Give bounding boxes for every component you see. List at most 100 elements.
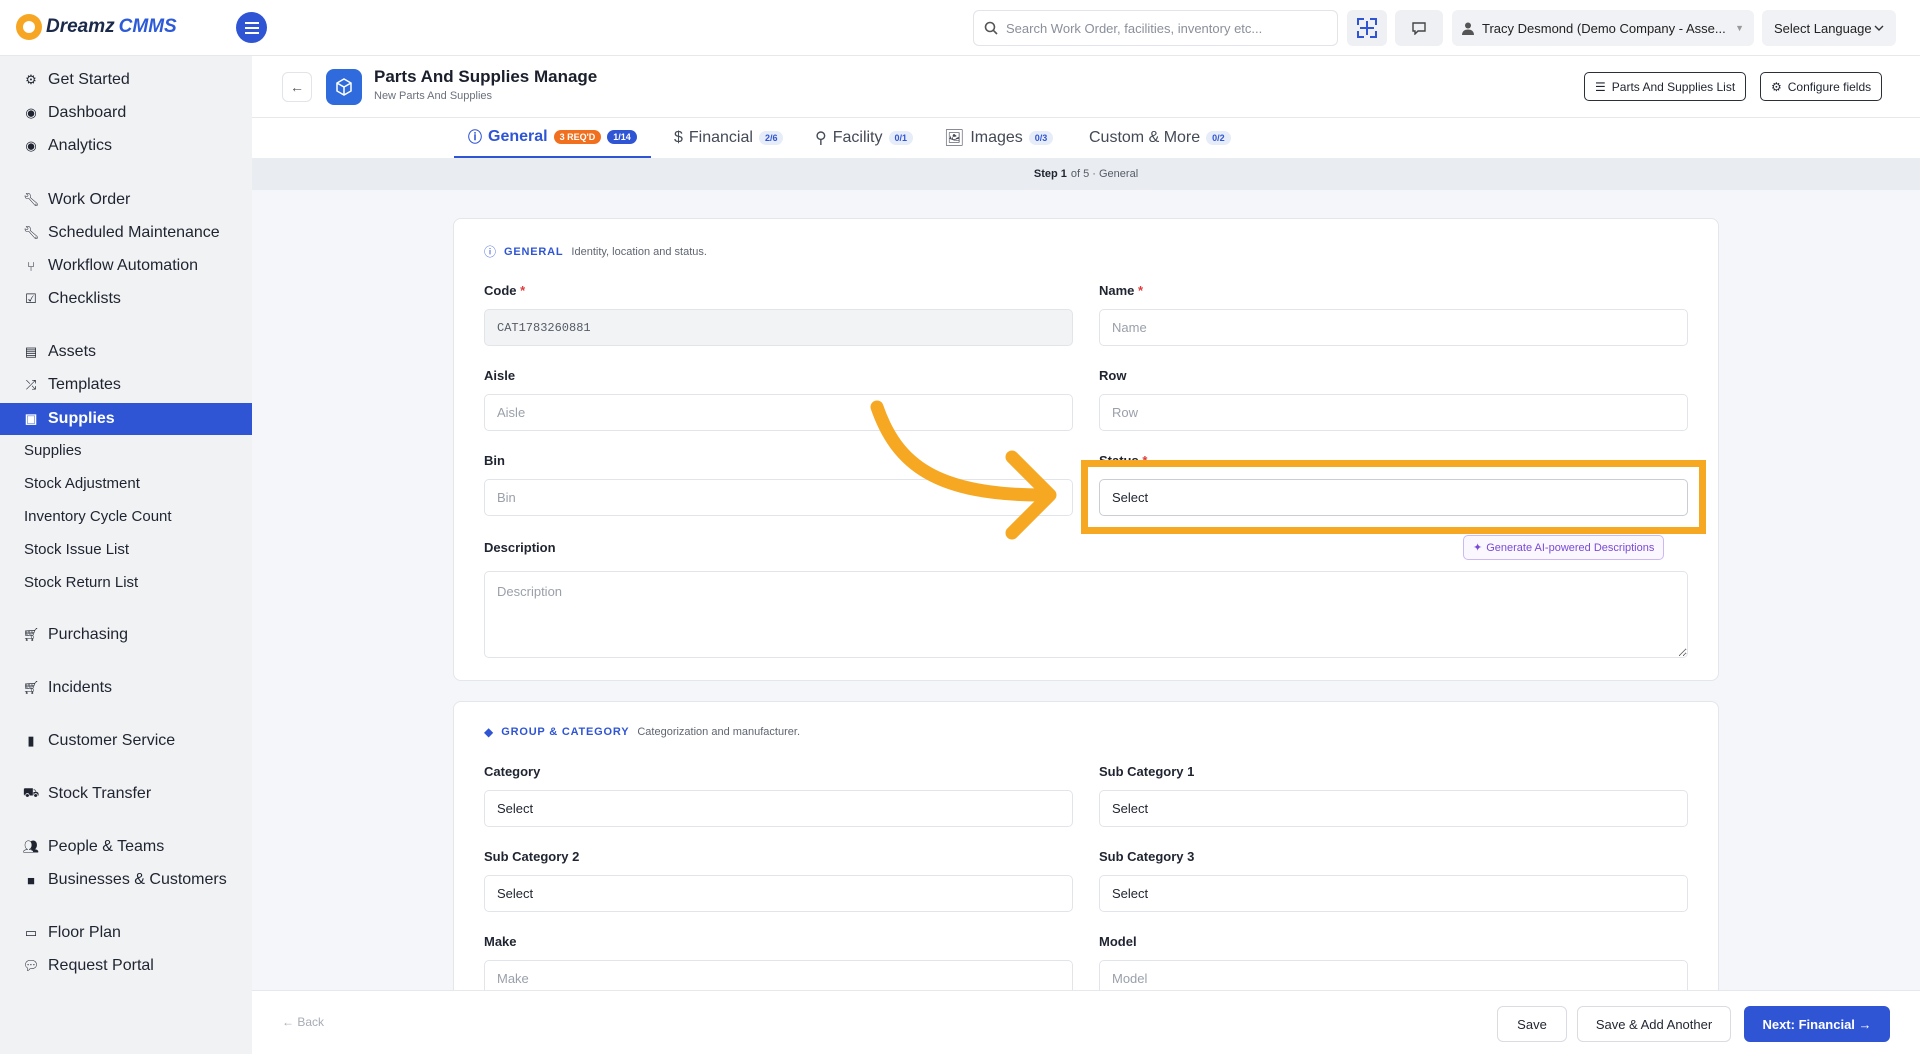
sidebar-item-stock-transfer[interactable]: ⛟ Stock Transfer bbox=[0, 778, 252, 810]
save-button[interactable]: Save bbox=[1497, 1006, 1567, 1042]
sidebar-item-label: Stock Issue List bbox=[24, 540, 130, 558]
scan-button[interactable] bbox=[1347, 10, 1387, 46]
code-value: CAT1783260881 bbox=[497, 320, 591, 335]
sidebar-item-scheduled-maintenance[interactable]: 🔧︎ Scheduled Maintenance bbox=[0, 217, 252, 249]
subcategory3-select[interactable]: Select bbox=[1099, 875, 1688, 912]
map-icon: ▭ bbox=[24, 925, 38, 940]
branch-icon: ⑂ bbox=[27, 258, 35, 274]
sidebar-item-checklists[interactable]: ☑ Checklists bbox=[0, 283, 252, 315]
sidebar-item-dashboard[interactable]: ◉ Dashboard bbox=[0, 97, 252, 129]
checkbox-icon: ☑ bbox=[25, 291, 37, 306]
subcategory1-value: Select bbox=[1112, 801, 1149, 816]
tab-count-badge: 0/1 bbox=[888, 131, 914, 145]
sidebar-item-get-started[interactable]: ⚙ Get Started bbox=[0, 64, 252, 96]
sidebar-item-customer-service[interactable]: ▮ Customer Service bbox=[0, 725, 252, 757]
user-menu[interactable]: Tracy Desmond (Demo Company - Asse... ▼ bbox=[1452, 10, 1754, 46]
messages-button[interactable] bbox=[1395, 10, 1443, 46]
sidebar-item-purchasing[interactable]: 🛒︎ Purchasing bbox=[0, 619, 252, 651]
box-icon: ▣ bbox=[24, 411, 38, 426]
tab-financial[interactable]: $ Financial 2/6 bbox=[674, 118, 784, 158]
logo-text-2: CMMS bbox=[118, 16, 177, 37]
sidebar-item-label: Businesses & Customers bbox=[48, 871, 227, 888]
ai-button-label: Generate AI-powered Descriptions bbox=[1486, 541, 1655, 554]
app-logo[interactable]: Dreamz CMMS bbox=[16, 14, 177, 40]
tab-count-badge: 0/2 bbox=[1206, 131, 1231, 145]
sidebar-item-request-portal[interactable]: 💬︎ Request Portal bbox=[0, 950, 252, 982]
description-textarea[interactable] bbox=[484, 571, 1688, 658]
gear-logo-icon bbox=[16, 14, 42, 40]
subcategory2-value: Select bbox=[497, 886, 534, 901]
shuffle-icon: ⤮ bbox=[25, 377, 37, 392]
name-field[interactable]: Name bbox=[1099, 309, 1688, 346]
sidebar-item-people-teams[interactable]: 👥︎ People & Teams bbox=[0, 831, 252, 863]
code-label: Code * bbox=[484, 283, 526, 298]
sidebar-item-label: Get Started bbox=[48, 71, 130, 88]
tab-images[interactable]: 🖼︎ Images 0/3 bbox=[944, 118, 1054, 158]
sidebar-item-analytics[interactable]: ◉ Analytics bbox=[0, 130, 252, 162]
sidebar: ⚙ Get Started ◉ Dashboard ◉ Analytics 🔧︎ Wor… bbox=[0, 56, 252, 1054]
subcategory1-label: Sub Category 1 bbox=[1099, 764, 1195, 779]
tab-custom-more[interactable]: Custom & More 0/2 bbox=[1089, 118, 1231, 158]
sidebar-item-label: Stock Return List bbox=[24, 573, 139, 591]
sidebar-item-businesses-customers[interactable]: ■ Businesses & Customers bbox=[0, 864, 252, 896]
back-arrow-button[interactable]: ← bbox=[282, 72, 312, 102]
scan-icon bbox=[1357, 18, 1377, 38]
info-icon: ⓘ bbox=[468, 129, 482, 145]
sidebar-item-label: Analytics bbox=[48, 137, 113, 154]
search-input[interactable] bbox=[1006, 20, 1326, 36]
sidebar-item-work-order[interactable]: 🔧︎ Work Order bbox=[0, 184, 252, 216]
sidebar-item-templates[interactable]: ⤮ Templates bbox=[0, 369, 252, 401]
form-footer: ← Back Save Save & Add Another Next: Fin… bbox=[252, 990, 1920, 1054]
sidebar-item-label: Scheduled Maintenance bbox=[48, 224, 220, 241]
sidebar-subitem-stock-return-list[interactable]: Stock Return List bbox=[0, 566, 252, 598]
sidebar-item-label: Floor Plan bbox=[48, 924, 121, 941]
bin-placeholder: Bin bbox=[497, 490, 516, 505]
sidebar-subitem-inventory-cycle-count[interactable]: Inventory Cycle Count bbox=[0, 500, 252, 532]
sidebar-item-workflow-automation[interactable]: ⑂ Workflow Automation bbox=[0, 250, 252, 282]
sidebar-item-supplies[interactable]: ▣ Supplies bbox=[0, 403, 252, 435]
language-select[interactable]: Select Language bbox=[1762, 10, 1896, 46]
sidebar-item-label: Purchasing bbox=[48, 626, 129, 643]
chevron-down-icon: ▼ bbox=[1735, 23, 1744, 33]
category-select[interactable]: Select bbox=[484, 790, 1073, 827]
code-field[interactable]: CAT1783260881 bbox=[484, 309, 1073, 346]
tab-general[interactable]: ⓘ General 3 REQ'D 1/14 bbox=[454, 118, 651, 158]
tab-label: General bbox=[488, 128, 548, 145]
general-section: ⓘ GENERAL Identity, location and status.… bbox=[453, 218, 1719, 681]
sidebar-item-incidents[interactable]: 🛒︎ Incidents bbox=[0, 672, 252, 704]
tab-label: Images bbox=[970, 129, 1023, 146]
tab-facility[interactable]: ⚲ Facility 0/1 bbox=[815, 118, 914, 158]
briefcase-icon: ■ bbox=[27, 872, 35, 888]
sidebar-item-floor-plan[interactable]: ▭ Floor Plan bbox=[0, 917, 252, 949]
chat-icon: 💬︎ bbox=[22, 958, 40, 973]
tab-label: Custom & More bbox=[1089, 129, 1201, 146]
next-financial-button[interactable]: Next: Financial → bbox=[1744, 1006, 1890, 1042]
subcategory1-select[interactable]: Select bbox=[1099, 790, 1688, 827]
sidebar-subitem-stock-issue-list[interactable]: Stock Issue List bbox=[0, 533, 252, 565]
description-label: Description bbox=[484, 540, 556, 555]
row-field[interactable]: Row bbox=[1099, 394, 1688, 431]
aisle-placeholder: Aisle bbox=[497, 405, 526, 420]
menu-toggle-button[interactable] bbox=[236, 12, 267, 43]
step-indicator: Step 1 of 5 · General bbox=[252, 158, 1920, 190]
sidebar-subitem-supplies[interactable]: Supplies bbox=[0, 434, 252, 466]
page-title: Parts And Supplies Manage bbox=[374, 67, 598, 86]
required-badge: 3 REQ'D bbox=[553, 130, 602, 144]
sidebar-item-assets[interactable]: ▤ Assets bbox=[0, 336, 252, 368]
chat-icon bbox=[1412, 22, 1426, 35]
parts-list-button[interactable]: ☰ Parts And Supplies List bbox=[1584, 72, 1747, 101]
category-label: Category bbox=[484, 764, 541, 779]
users-icon: 👥︎ bbox=[22, 839, 40, 854]
generate-ai-description-button[interactable]: ✦ Generate AI-powered Descriptions bbox=[1463, 535, 1665, 560]
configure-fields-button[interactable]: ⚙ Configure fields bbox=[1760, 72, 1883, 101]
global-search[interactable] bbox=[973, 10, 1338, 46]
user-icon bbox=[1462, 22, 1474, 35]
subcategory2-select[interactable]: Select bbox=[484, 875, 1073, 912]
save-add-another-button[interactable]: Save & Add Another bbox=[1577, 1006, 1731, 1042]
language-label: Select Language bbox=[1774, 20, 1872, 36]
footer-back-link[interactable]: ← Back bbox=[282, 1015, 324, 1029]
subcategory2-label: Sub Category 2 bbox=[484, 849, 580, 864]
settings-icon: ⚙ bbox=[1771, 79, 1782, 94]
sidebar-subitem-stock-adjustment[interactable]: Stock Adjustment bbox=[0, 467, 252, 499]
gears-icon: ⚙ bbox=[25, 72, 37, 87]
